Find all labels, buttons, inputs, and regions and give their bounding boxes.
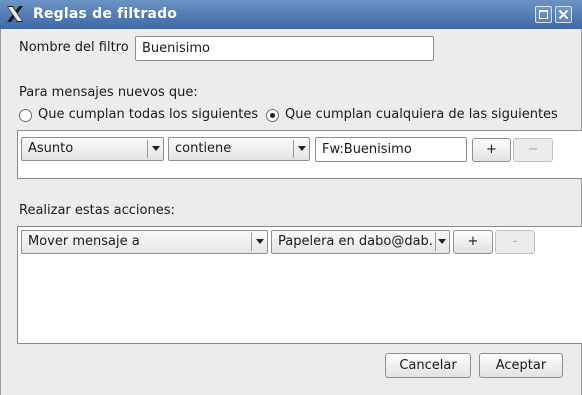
close-button[interactable] — [555, 6, 572, 23]
x-logo-icon — [7, 6, 23, 22]
actions-list: Mover mensaje a Papelera en dabo@dab... … — [17, 226, 582, 344]
action-target-select[interactable]: Papelera en dabo@dab... — [271, 230, 450, 254]
conditions-list: Asunto contiene Fw:Buenisimo + − — [17, 130, 582, 179]
match-all-radio[interactable] — [19, 109, 32, 122]
chevron-down-icon — [298, 146, 306, 151]
actions-heading: Realizar estas acciones: — [19, 203, 175, 218]
close-icon — [558, 9, 569, 20]
chevron-down-icon — [438, 239, 446, 244]
cancel-button[interactable]: Cancelar — [385, 353, 471, 378]
condition-field-value: Asunto — [28, 141, 74, 156]
filter-name-label: Nombre del filtro — [19, 40, 129, 55]
remove-action-button[interactable]: - — [495, 230, 535, 254]
add-condition-button[interactable]: + — [472, 138, 511, 162]
conditions-heading: Para mensajes nuevos que: — [19, 85, 198, 100]
condition-operator-select[interactable]: contiene — [168, 137, 310, 161]
chevron-down-icon — [256, 239, 264, 244]
window-title: Reglas de filtrado — [33, 6, 178, 22]
condition-value-input[interactable]: Fw:Buenisimo — [315, 137, 467, 162]
filter-name-input[interactable]: Buenisimo — [135, 36, 434, 61]
match-any-label[interactable]: Que cumplan cualquiera de las siguientes — [285, 107, 558, 122]
condition-field-select[interactable]: Asunto — [21, 137, 164, 161]
add-action-button[interactable]: + — [453, 230, 493, 254]
remove-condition-button[interactable]: − — [513, 138, 553, 162]
action-type-value: Mover mensaje a — [28, 234, 140, 249]
action-type-select[interactable]: Mover mensaje a — [21, 230, 268, 254]
action-target-value: Papelera en dabo@dab... — [278, 234, 433, 249]
filter-rules-dialog: Nombre del filtro Buenisimo Para mensaje… — [0, 29, 582, 395]
chevron-down-icon — [152, 146, 160, 151]
match-all-label[interactable]: Que cumplan todas los siguientes — [38, 107, 258, 122]
maximize-button[interactable] — [535, 6, 552, 23]
title-bar[interactable]: Reglas de filtrado — [0, 0, 582, 29]
match-any-radio[interactable] — [266, 109, 279, 122]
accept-button[interactable]: Aceptar — [479, 353, 563, 378]
condition-operator-value: contiene — [175, 141, 232, 156]
